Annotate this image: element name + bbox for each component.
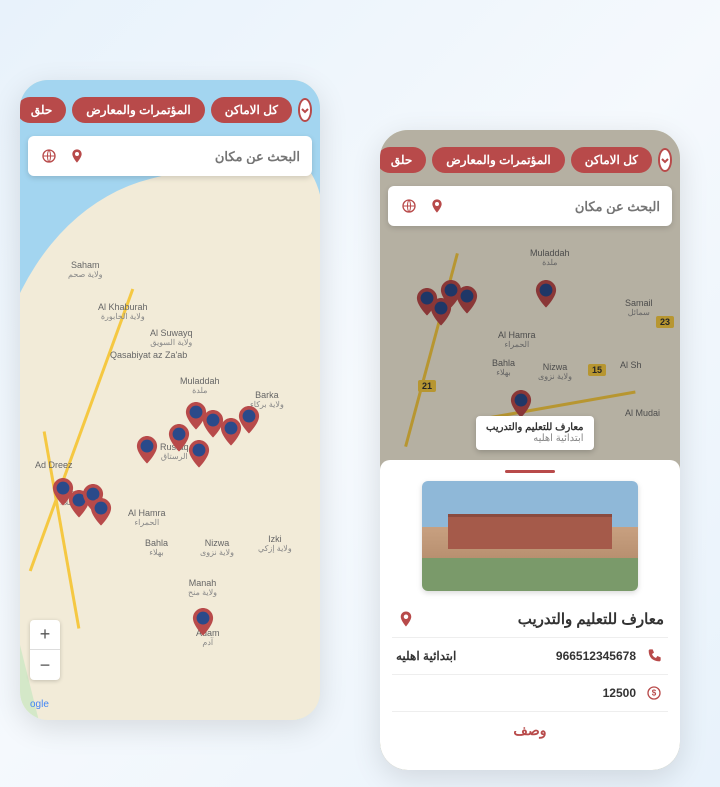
globe-icon[interactable] (40, 147, 58, 165)
chip-toggle-icon[interactable] (298, 98, 312, 122)
description-tab[interactable]: وصف (392, 711, 668, 743)
phone-map-screen: Sahamولاية صحم Al Khaburahولاية الخابورة… (20, 80, 320, 720)
map-marker[interactable] (238, 406, 260, 434)
zoom-control: + − (30, 620, 60, 680)
search-bar (388, 186, 672, 226)
place-detail-sheet[interactable]: معارف للتعليم والتدريب 966512345678 ابتد… (380, 460, 680, 770)
chip-partial[interactable]: حلق (20, 97, 66, 123)
phone-detail-screen: Muladdahملدة Al Hamraالحمراء Bahlaبهلاء … (380, 130, 680, 770)
search-input[interactable] (456, 199, 660, 214)
location-icon (396, 609, 416, 629)
category-chips-bar: كل الاماكن المؤتمرات والمعارض حلق (20, 90, 320, 130)
map-marker[interactable] (188, 440, 210, 468)
chip-all-places[interactable]: كل الاماكن (571, 147, 652, 173)
tooltip-subtitle: ابتدائية اهليه (486, 433, 584, 444)
chip-conferences[interactable]: المؤتمرات والمعارض (72, 97, 204, 123)
zoom-in-button[interactable]: + (30, 620, 60, 650)
chip-conferences[interactable]: المؤتمرات والمعارض (432, 147, 564, 173)
map-marker[interactable] (136, 436, 158, 464)
chip-toggle-icon[interactable] (658, 148, 672, 172)
price-icon: $ (644, 683, 664, 703)
map-marker[interactable] (192, 608, 214, 636)
place-price: 12500 (603, 686, 636, 700)
map-canvas[interactable]: Sahamولاية صحم Al Khaburahولاية الخابورة… (20, 80, 320, 720)
chip-partial[interactable]: حلق (380, 147, 426, 173)
map-marker[interactable] (90, 498, 112, 526)
place-phone[interactable]: 966512345678 (556, 649, 636, 663)
map-attribution: ogle (30, 699, 49, 710)
phone-icon (644, 646, 664, 666)
marker-tooltip[interactable]: معارف للتعليم والتدريب ابتدائية اهليه (476, 416, 594, 450)
search-input[interactable] (96, 149, 300, 164)
category-chips-bar: كل الاماكن المؤتمرات والمعارض حلق (380, 140, 680, 180)
svg-text:$: $ (652, 689, 657, 698)
zoom-out-button[interactable]: − (30, 650, 60, 680)
search-bar (28, 136, 312, 176)
place-title: معارف للتعليم والتدريب (416, 610, 664, 628)
pin-icon[interactable] (68, 147, 86, 165)
pin-icon[interactable] (428, 197, 446, 215)
map-marker[interactable] (168, 424, 190, 452)
sheet-drag-handle[interactable] (505, 470, 555, 473)
place-photo (422, 481, 637, 591)
place-category: ابتدائية اهليه (396, 649, 456, 663)
globe-icon[interactable] (400, 197, 418, 215)
chip-all-places[interactable]: كل الاماكن (211, 97, 292, 123)
tooltip-title: معارف للتعليم والتدريب (486, 422, 584, 433)
